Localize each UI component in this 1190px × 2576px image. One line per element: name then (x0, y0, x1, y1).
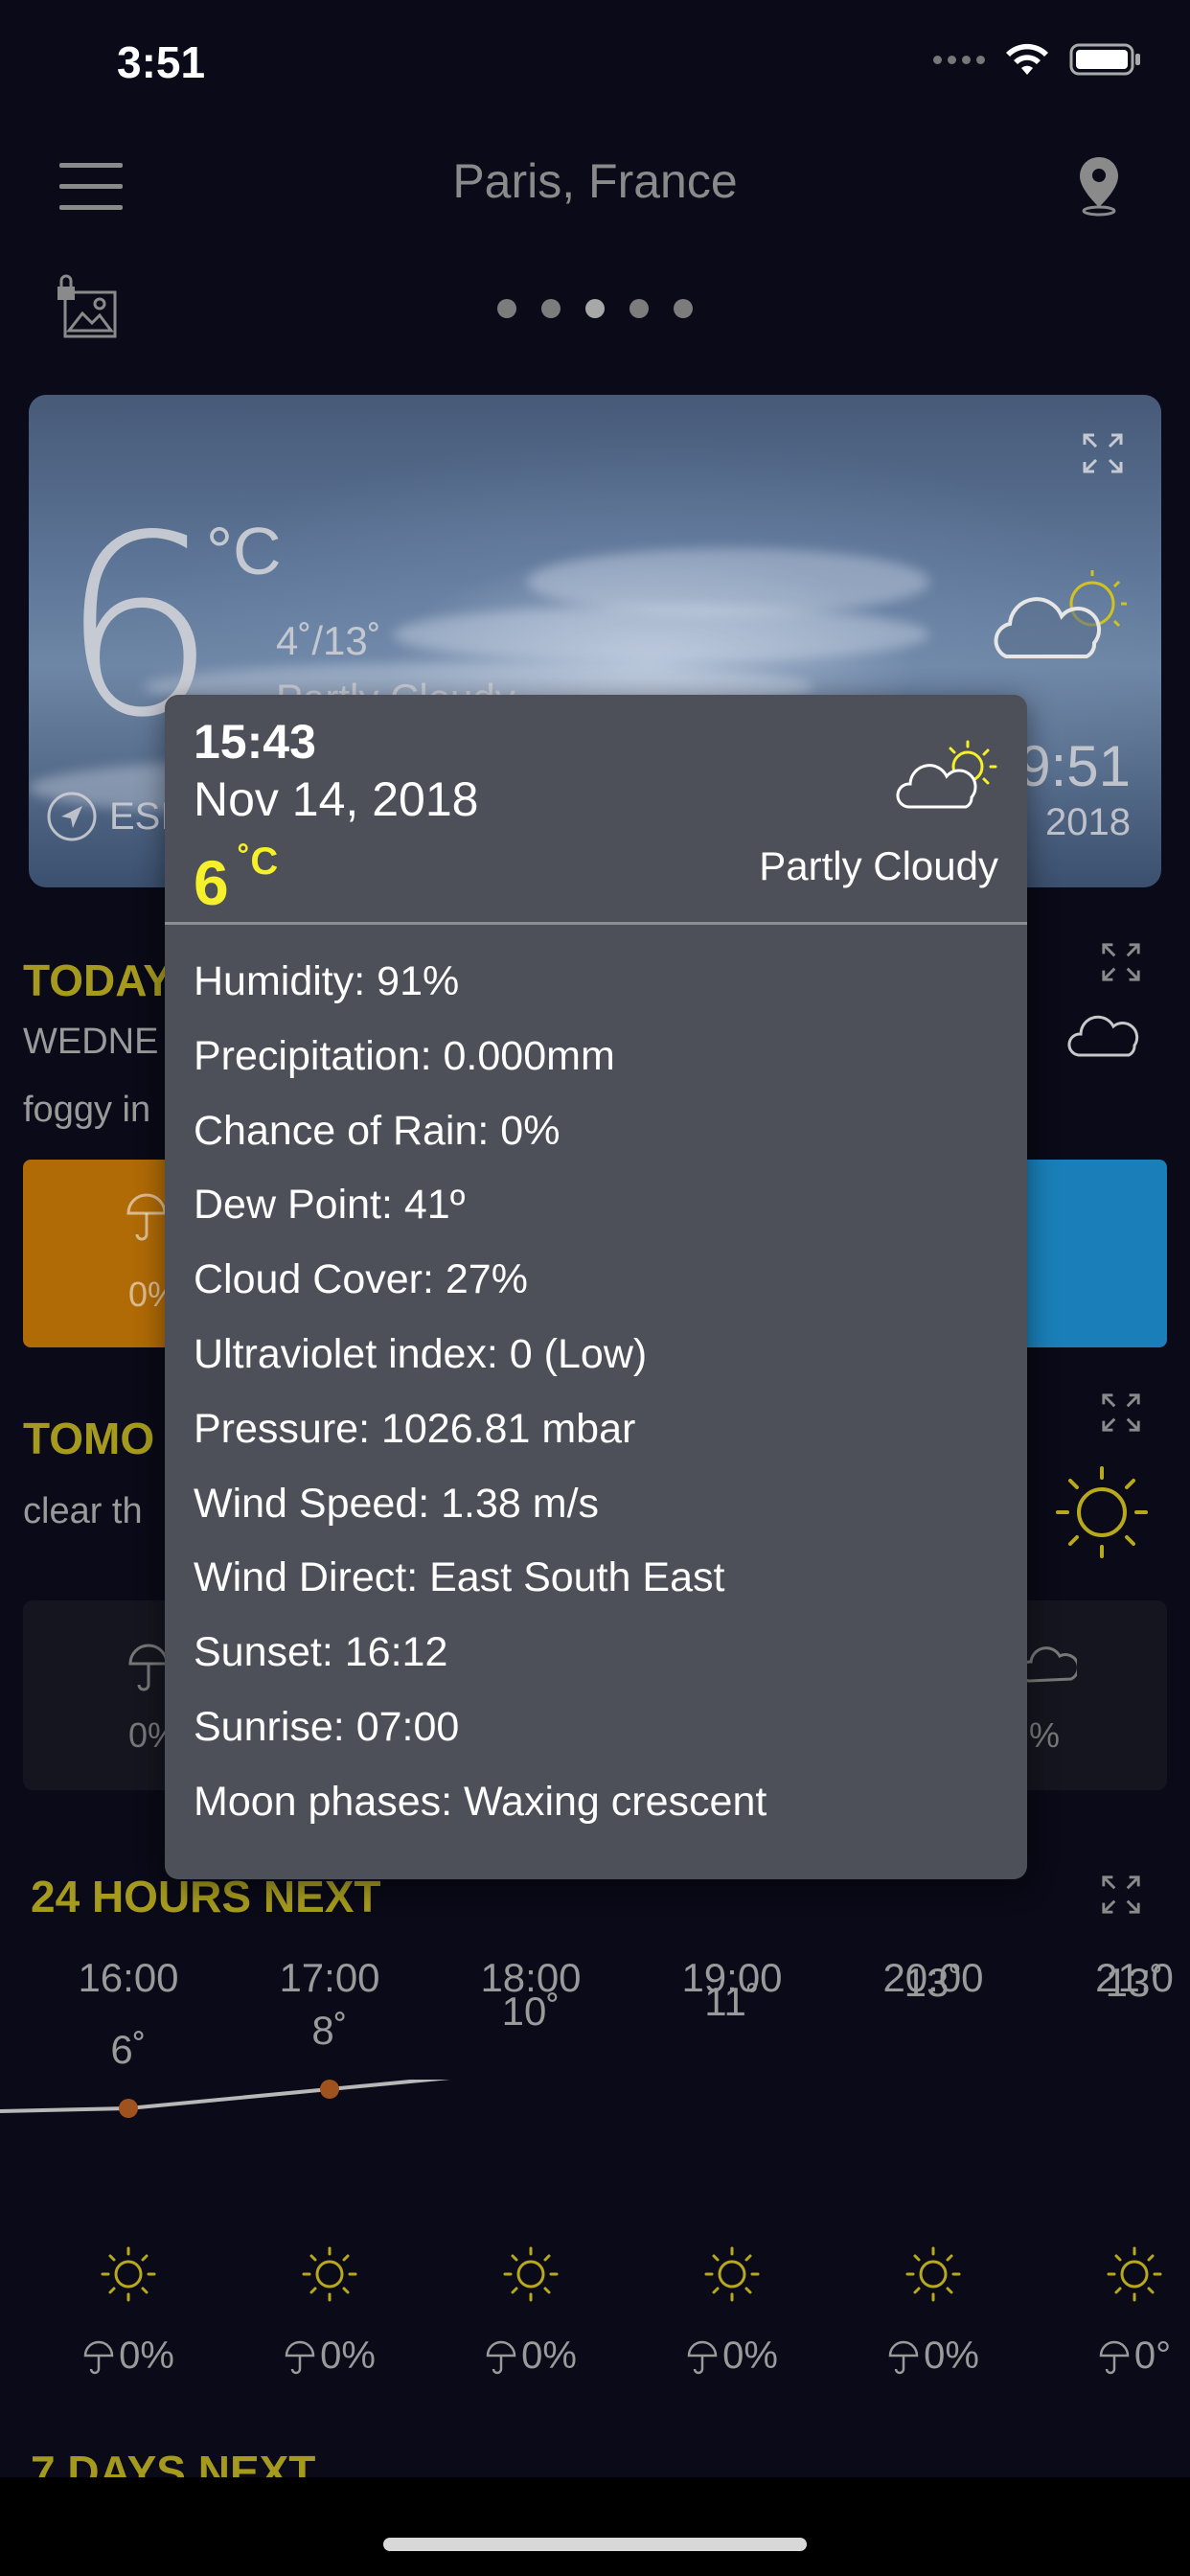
popup-divider (165, 922, 1027, 925)
hour-temperature: 8˚ (311, 2008, 348, 2053)
hourly-temperature-chart (0, 2080, 451, 2118)
hour-temperature: 10˚ (501, 1989, 561, 2034)
popup-detail-item: Ultraviolet index: 0 (Low) (194, 1330, 648, 1377)
tomorrow-cloud-percent: % (1029, 1715, 1061, 1755)
popup-details-list: Humidity: 91% Precipitation: 0.000mm Chanc… (194, 954, 767, 1849)
page-dot[interactable] (674, 299, 693, 318)
sun-icon (302, 2246, 357, 2302)
page-dot[interactable] (497, 299, 516, 318)
hour-rain-chance: 0% (234, 2334, 425, 2378)
sun-icon (704, 2246, 760, 2302)
umbrella-icon (486, 2340, 516, 2374)
page-dot[interactable] (541, 299, 561, 318)
signal-icon (933, 55, 985, 64)
location-text: ESI (109, 794, 172, 838)
expand-icon[interactable] (1100, 941, 1142, 983)
popup-detail-item: Cloud Cover: 27% (194, 1256, 528, 1303)
expand-icon[interactable] (1100, 1874, 1142, 1916)
hour-rain-text: 0% (320, 2334, 376, 2377)
hour-rain-text: 0% (119, 2334, 174, 2377)
hour-rain-chance: 0% (33, 2334, 224, 2378)
today-title: TODAY (23, 955, 172, 1005)
popup-detail-item: Chance of Rain: 0% (194, 1107, 561, 1154)
hour-rain-text: 0% (924, 2334, 979, 2377)
hour-temperature: 13˚ (1105, 1960, 1164, 2005)
hour-rain-chance: 0° (1039, 2334, 1190, 2378)
hour-time: 17:00 (279, 1955, 380, 2000)
temperature-point (320, 2080, 339, 2099)
temperature-line (0, 2080, 451, 2113)
sun-icon (1107, 2246, 1162, 2302)
expand-icon[interactable] (1081, 431, 1125, 475)
sun-icon (503, 2246, 559, 2302)
page-dot-active[interactable] (585, 299, 605, 318)
cloud-icon (1019, 1646, 1077, 1683)
sun-icon (1056, 1466, 1148, 1558)
popup-detail-item: Precipitation: 0.000mm (194, 1032, 615, 1079)
location-pin-icon[interactable] (1075, 153, 1123, 217)
sun-icon (905, 2246, 961, 2302)
popup-detail-item: Pressure: 1026.81 mbar (194, 1405, 636, 1452)
hour-rain-text: 0% (722, 2334, 778, 2377)
cloud-icon (1067, 1015, 1139, 1057)
umbrella-icon (888, 2340, 919, 2374)
home-bar-area (0, 2477, 1190, 2576)
page-dot[interactable] (629, 299, 649, 318)
popup-detail-item: Sunset: 16:12 (194, 1629, 448, 1676)
city-title[interactable]: Paris, France (0, 153, 1190, 209)
popup-condition: Partly Cloudy (759, 843, 998, 888)
navigation-arrow-icon (47, 792, 97, 841)
wifi-icon (1006, 43, 1048, 75)
popup-time: 15:43 (194, 715, 316, 769)
partly-cloudy-icon (896, 740, 997, 809)
popup-detail-item: Dew Point: 41º (194, 1182, 466, 1229)
hour-rain-chance: 0% (435, 2334, 627, 2378)
status-time: 3:51 (117, 37, 206, 87)
status-icons (933, 42, 1142, 77)
battery-icon (1069, 43, 1140, 76)
page-indicator[interactable] (0, 299, 1190, 318)
temperature-range: 4˚/13˚ (276, 618, 381, 663)
umbrella-icon (687, 2340, 718, 2374)
card-date: 2018 (1045, 801, 1131, 843)
popup-detail-item: Humidity: 91% (194, 958, 460, 1004)
hour-time: 16:00 (78, 1955, 179, 2000)
popup-temperature-unit: ˚C (238, 840, 279, 883)
today-day: WEDNE (23, 1022, 159, 1062)
hour-rain-chance: 0% (636, 2334, 828, 2378)
card-time: 9:51 (1018, 734, 1131, 798)
sun-icon (101, 2246, 156, 2302)
temperature-unit: °C (206, 514, 282, 588)
popup-detail-item: Wind Speed: 1.38 m/s (194, 1480, 600, 1527)
umbrella-icon (126, 1193, 167, 1241)
popup-detail-item: Wind Direct: East South East (194, 1554, 725, 1601)
location-label: ESI (46, 791, 171, 842)
popup-temperature: 6 (194, 847, 229, 918)
hour-temperature: 13˚ (904, 1960, 963, 2005)
popup-detail-item: Sunrise: 07:00 (194, 1703, 460, 1750)
expand-icon[interactable] (1100, 1392, 1142, 1434)
home-indicator[interactable] (383, 2538, 807, 2551)
umbrella-icon (83, 2340, 114, 2374)
tomorrow-title: TOMO (23, 1414, 155, 1463)
umbrella-icon (1099, 2340, 1130, 2374)
umbrella-icon (285, 2340, 315, 2374)
popup-date: Nov 14, 2018 (194, 772, 479, 826)
popup-detail-item: Moon phases: Waxing crescent (194, 1778, 767, 1825)
hour-rain-text: 0° (1133, 2334, 1172, 2377)
tomorrow-description: clear th (23, 1491, 143, 1531)
temperature-point (119, 2099, 138, 2118)
hour-rain-chance: 0% (837, 2334, 1029, 2378)
hour-temperature: 11˚ (704, 1979, 760, 2024)
partly-cloudy-icon (994, 570, 1127, 658)
hour-temperature: 6˚ (110, 2027, 147, 2072)
today-description: foggy in (23, 1090, 151, 1130)
hour-rain-text: 0% (521, 2334, 577, 2377)
weather-detail-popup[interactable]: 15:43 Nov 14, 2018 6 ˚C Partly Cloudy Hu… (165, 695, 1027, 1879)
